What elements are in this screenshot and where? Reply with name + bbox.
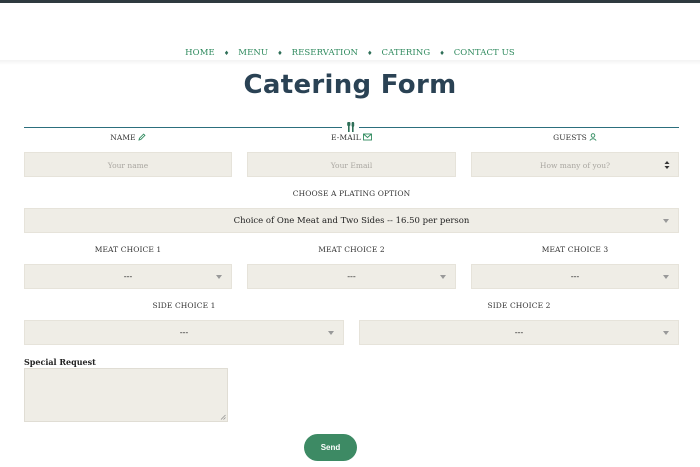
meat-choice-1-value: --- [123, 272, 133, 282]
name-placeholder: Your name [107, 161, 149, 170]
email-label-text: E-MAIL [331, 133, 361, 142]
nav-separator: ♦ [367, 49, 373, 57]
nav-catering[interactable]: CATERING [381, 48, 430, 58]
chevron-down-icon [663, 219, 669, 223]
nav-home[interactable]: HOME [185, 48, 215, 58]
name-label: NAME [24, 133, 232, 143]
number-spinner-icon[interactable] [664, 159, 670, 171]
nav-separator: ♦ [223, 49, 230, 57]
meat-choice-2-value: --- [347, 272, 356, 282]
guests-label: GUESTS [471, 133, 679, 143]
resize-handle-icon[interactable] [220, 414, 226, 420]
special-request-textarea[interactable] [24, 368, 228, 422]
meat-choice-1-label: MEAT CHOICE 1 [94, 245, 162, 254]
special-request-label: Special Request [24, 357, 96, 367]
side-choice-2-select[interactable]: --- [359, 320, 679, 345]
name-label-text: NAME [110, 133, 136, 142]
main-nav: HOME ♦ MENU ♦ RESERVATION ♦ CATERING ♦ C… [0, 46, 700, 60]
send-button[interactable]: Send [304, 434, 357, 461]
side-choice-1-select[interactable]: --- [24, 320, 344, 345]
nav-menu[interactable]: MENU [238, 48, 268, 58]
divider-line-left [24, 127, 342, 128]
side-choice-2-label: SIDE CHOICE 2 [487, 301, 551, 310]
chevron-down-icon [440, 275, 446, 279]
envelope-icon [362, 133, 372, 143]
divider-line-right [359, 127, 679, 128]
nav-separator: ♦ [277, 49, 283, 57]
guests-placeholder: How many of you? [539, 161, 611, 170]
pencil-icon [138, 133, 146, 143]
meat-choice-3-label: MEAT CHOICE 3 [541, 245, 609, 254]
chevron-down-icon [328, 331, 334, 335]
side-choice-1-label: SIDE CHOICE 1 [152, 301, 216, 310]
nav-separator: ♦ [439, 49, 445, 57]
side-choice-2-value: --- [514, 328, 524, 338]
meat-choice-3-value: --- [570, 272, 580, 282]
chevron-down-icon [663, 331, 669, 335]
side-choice-1-value: --- [179, 328, 189, 338]
chevron-down-icon [663, 275, 669, 279]
meat-choice-3-select[interactable]: --- [471, 264, 679, 289]
guests-input[interactable]: How many of you? [471, 152, 679, 177]
meat-choice-2-label: MEAT CHOICE 2 [318, 245, 385, 254]
cutlery-icon [347, 122, 355, 132]
email-input[interactable]: Your Email [247, 152, 456, 177]
person-icon [589, 133, 597, 143]
name-input[interactable]: Your name [24, 152, 232, 177]
plating-label: CHOOSE A PLATING OPTION [292, 189, 411, 198]
plating-selected-value: Choice of One Meat and Two Sides -- 16.5… [233, 216, 470, 226]
chevron-down-icon [216, 275, 222, 279]
guests-label-text: GUESTS [553, 133, 587, 142]
plating-select[interactable]: Choice of One Meat and Two Sides -- 16.5… [24, 208, 679, 233]
meat-choice-2-select[interactable]: --- [247, 264, 456, 289]
page-title: Catering Form [243, 70, 457, 100]
nav-contact-us[interactable]: CONTACT US [454, 48, 515, 58]
meat-choice-1-select[interactable]: --- [24, 264, 232, 289]
header-shadow [0, 60, 700, 65]
top-bar [0, 0, 700, 3]
email-label: E-MAIL [247, 133, 456, 143]
email-placeholder: Your Email [330, 161, 373, 170]
nav-reservation[interactable]: RESERVATION [292, 48, 359, 58]
